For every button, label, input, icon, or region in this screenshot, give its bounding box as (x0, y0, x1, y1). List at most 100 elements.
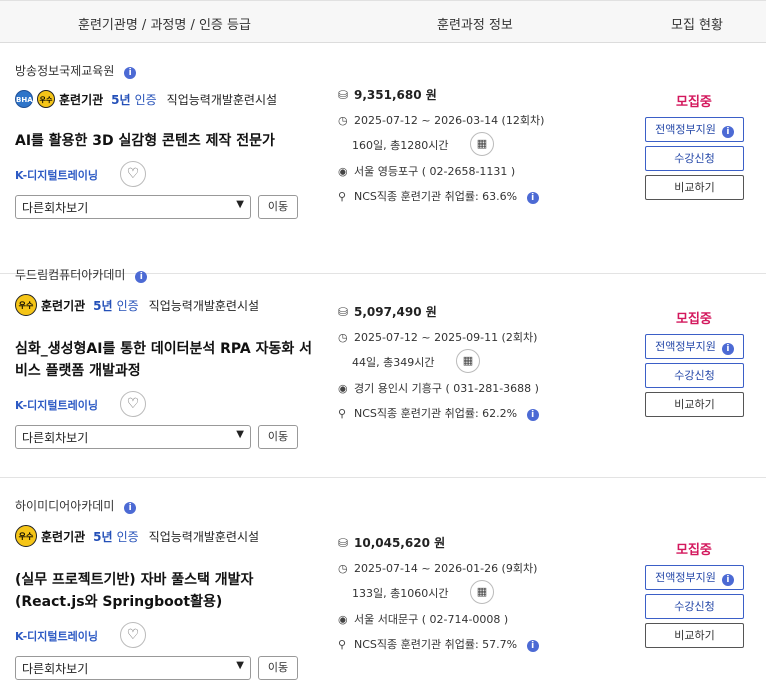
cert-years: 5년 (93, 529, 113, 544)
calendar-icon: ▦ (476, 585, 488, 598)
excellence-badge-icon: 우수 (37, 90, 55, 108)
course-period: ◷ 2025-07-12 ~ 2026-03-14 (12회차) (338, 114, 545, 127)
certification-row: 우수 훈련기관 5년 인증 직업능력개발훈련시설 (15, 525, 259, 547)
course-location: ◉ 서울 영등포구 ( 02-2658-1131 ) (338, 165, 516, 178)
move-button[interactable]: 이동 (258, 195, 298, 219)
heart-icon: ♡ (126, 396, 140, 412)
certification-row: BHA 우수 훈련기관 5년 인증 직업능력개발훈련시설 (15, 90, 277, 108)
course-period: ◷ 2025-07-14 ~ 2026-01-26 (9회차) (338, 562, 538, 575)
cert-type: 직업능력개발훈련시설 (148, 529, 260, 544)
program-tag[interactable]: K-디지털트레이닝 (15, 628, 98, 644)
course-item: 방송정보국제교육원 i BHA 우수 훈련기관 5년 인증 직업능력개발훈련시설… (0, 43, 766, 274)
cert-name: 훈련기관 (59, 92, 104, 107)
full-funding-button[interactable]: 전액정부지원 i (645, 117, 744, 142)
calendar-button[interactable]: ▦ (456, 349, 480, 373)
course-location: ◉ 경기 용인시 기흥구 ( 031-281-3688 ) (338, 382, 539, 395)
course-price: ⛁ 9,351,680 원 (338, 88, 437, 102)
header-course-info: 훈련과정 정보 (437, 18, 513, 33)
full-funding-button[interactable]: 전액정부지원 i (645, 565, 744, 590)
info-icon: i (721, 126, 734, 138)
session-select[interactable]: 다른회차보기 ▼ (15, 656, 251, 680)
course-item: 두드림컴퓨터아카데미 i 우수 훈련기관 5년 인증 직업능력개발훈련시설 심화… (0, 247, 766, 478)
favorite-button[interactable]: ♡ (120, 161, 146, 187)
location-pin-icon: ◉ (338, 613, 348, 626)
course-hours: 44일, 총349시간 (352, 356, 435, 369)
excellence-badge-icon: 우수 (15, 294, 37, 316)
compare-button[interactable]: 비교하기 (645, 175, 744, 200)
move-button[interactable]: 이동 (258, 656, 298, 680)
full-funding-button[interactable]: 전액정부지원 i (645, 334, 744, 359)
status-badge: 모집중 (676, 312, 712, 327)
certification-row: 우수 훈련기관 5년 인증 직업능력개발훈련시설 (15, 294, 259, 316)
person-icon: ⚲ (338, 407, 347, 420)
favorite-button[interactable]: ♡ (120, 622, 146, 648)
calendar-button[interactable]: ▦ (470, 132, 494, 156)
cert-type: 직업능력개발훈련시설 (148, 298, 260, 313)
course-title[interactable]: 심화_생성형AI를 통한 데이터분석 RPA 자동화 서비스 플랫폼 개발과정 (15, 338, 315, 382)
excellence-badge-icon: 우수 (15, 525, 37, 547)
info-icon[interactable]: i (526, 640, 539, 652)
ncs-employment-rate: ⚲ NCS직종 훈련기관 취업률: 57.7% i (338, 636, 539, 652)
person-icon: ⚲ (338, 190, 347, 203)
session-select[interactable]: 다른회차보기 ▼ (15, 195, 251, 219)
move-button[interactable]: 이동 (258, 425, 298, 449)
calendar-button[interactable]: ▦ (470, 580, 494, 604)
apply-button[interactable]: 수강신청 (645, 363, 744, 388)
cert-label: 인증 (116, 529, 139, 544)
apply-button[interactable]: 수강신청 (645, 594, 744, 619)
course-hours: 160일, 총1280시간 (352, 139, 449, 152)
chevron-down-icon: ▼ (236, 429, 244, 440)
institution-name[interactable]: 방송정보국제교육원 i (15, 62, 137, 79)
program-tag[interactable]: K-디지털트레이닝 (15, 167, 98, 183)
institution-name[interactable]: 두드림컴퓨터아카데미 i (15, 266, 148, 283)
calendar-icon: ▦ (476, 137, 488, 150)
cert-years: 5년 (93, 298, 113, 313)
cert-type: 직업능력개발훈련시설 (166, 92, 278, 107)
heart-icon: ♡ (126, 166, 140, 182)
apply-button[interactable]: 수강신청 (645, 146, 744, 171)
compare-button[interactable]: 비교하기 (645, 392, 744, 417)
table-header: 훈련기관명 / 과정명 / 인증 등급 훈련과정 정보 모집 현황 (0, 0, 766, 43)
info-icon[interactable]: i (124, 67, 137, 79)
person-icon: ⚲ (338, 638, 347, 651)
institution-name[interactable]: 하이미디어아카데미 i (15, 497, 137, 514)
course-title[interactable]: AI를 활용한 3D 실감형 콘텐츠 제작 전문가 (15, 130, 315, 152)
course-hours: 133일, 총1060시간 (352, 587, 449, 600)
institution-logo-icon: BHA (15, 90, 33, 108)
compare-button[interactable]: 비교하기 (645, 623, 744, 648)
course-title[interactable]: (실무 프로젝트기반) 자바 풀스택 개발자(React.js와 Springb… (15, 569, 315, 613)
cert-years: 5년 (111, 92, 131, 107)
info-icon[interactable]: i (124, 502, 137, 514)
course-price: ⛁ 5,097,490 원 (338, 305, 437, 319)
info-icon: i (721, 574, 734, 586)
status-badge: 모집중 (676, 543, 712, 558)
calendar-icon: ▦ (462, 354, 474, 367)
clock-icon: ◷ (338, 331, 348, 344)
chevron-down-icon: ▼ (236, 660, 244, 671)
favorite-button[interactable]: ♡ (120, 391, 146, 417)
status-badge: 모집중 (676, 95, 712, 110)
cert-name: 훈련기관 (41, 529, 86, 544)
header-institution-course-grade: 훈련기관명 / 과정명 / 인증 등급 (78, 18, 251, 33)
info-icon: i (721, 343, 734, 355)
coin-stack-icon: ⛁ (338, 88, 349, 102)
cert-label: 인증 (116, 298, 139, 313)
heart-icon: ♡ (126, 627, 140, 643)
clock-icon: ◷ (338, 562, 348, 575)
course-price: ⛁ 10,045,620 원 (338, 536, 446, 550)
cert-label: 인증 (134, 92, 157, 107)
coin-stack-icon: ⛁ (338, 305, 349, 319)
clock-icon: ◷ (338, 114, 348, 127)
coin-stack-icon: ⛁ (338, 536, 349, 550)
header-recruit-status: 모집 현황 (671, 18, 723, 33)
course-period: ◷ 2025-07-12 ~ 2025-09-11 (2회차) (338, 331, 538, 344)
course-location: ◉ 서울 서대문구 ( 02-714-0008 ) (338, 613, 509, 626)
program-tag[interactable]: K-디지털트레이닝 (15, 397, 98, 413)
info-icon[interactable]: i (526, 192, 539, 204)
ncs-employment-rate: ⚲ NCS직종 훈련기관 취업률: 63.6% i (338, 188, 539, 204)
session-select[interactable]: 다른회차보기 ▼ (15, 425, 251, 449)
info-icon[interactable]: i (526, 409, 539, 421)
info-icon[interactable]: i (135, 271, 148, 283)
ncs-employment-rate: ⚲ NCS직종 훈련기관 취업률: 62.2% i (338, 405, 539, 421)
chevron-down-icon: ▼ (236, 199, 244, 210)
